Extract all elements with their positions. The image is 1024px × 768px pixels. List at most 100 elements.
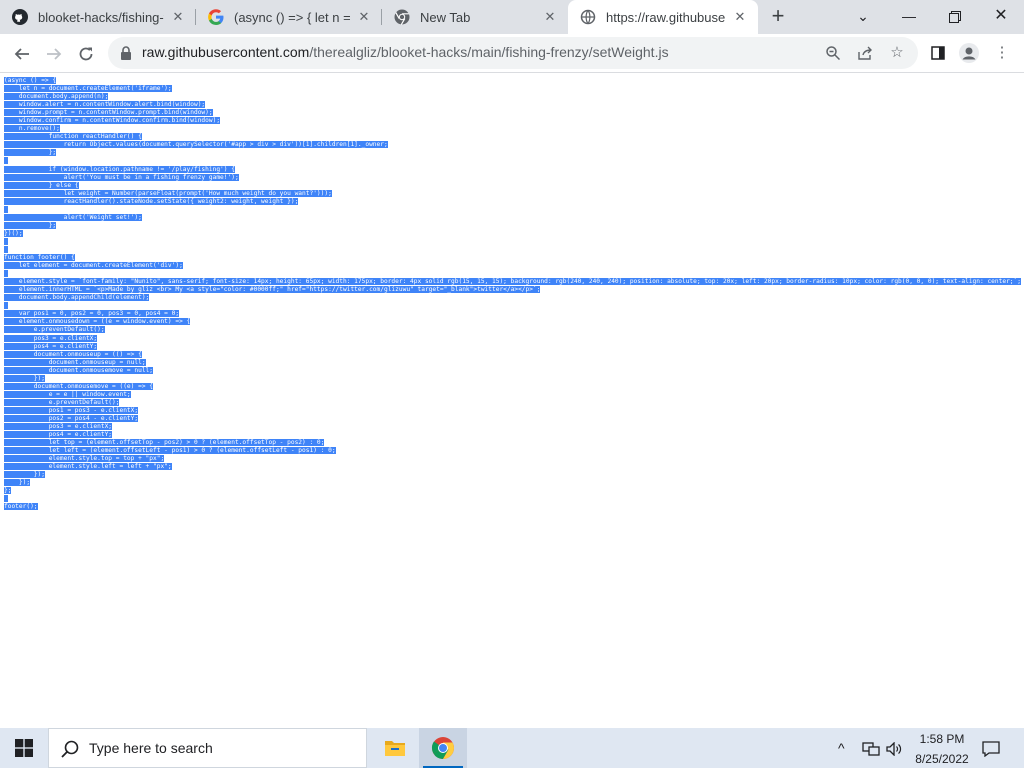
restore-icon[interactable] [932,0,978,32]
notification-icon[interactable] [982,728,1000,768]
code-line-text: e.preventDefault(); [4,398,120,406]
code-line: pos4 = e.clientY; [4,342,1021,351]
code-line-text: alert('You must be in a fishing frenzy g… [4,173,239,181]
code-line-text: pos3 = e.clientX; [4,423,113,431]
code-line-text: window.alert = n.contentWindow.alert.bin… [4,101,206,109]
code-line [4,245,1021,254]
tab-raw-github[interactable]: https://raw.githubusercontent.com ✕ [568,0,758,34]
bookmark-star-icon[interactable]: ☆ [885,41,909,65]
code-line-text: } else { [4,181,79,189]
chevron-up-icon[interactable]: ^ [838,728,845,768]
code-line: let n = document.createElement('iframe')… [4,85,1021,93]
network-icon[interactable] [862,728,880,768]
system-clock[interactable]: 1:58 PM 8/25/2022 [912,731,972,767]
code-line-text: element.style.left = left + "px"; [4,463,172,471]
code-line-text: return Object.values(document.querySelec… [4,141,388,149]
code-line-text [4,495,8,503]
code-line-text: function reactHandler() { [4,133,142,141]
code-line-text [4,157,8,165]
forward-icon[interactable] [40,39,68,67]
back-icon[interactable] [8,39,36,67]
code-line: pos3 = e.clientX; [4,334,1021,343]
tab-new-tab[interactable]: New Tab ✕ [382,0,568,34]
chrome-icon [431,737,454,759]
github-icon [12,9,28,25]
code-line-text: element.style.top = top + "px"; [4,455,165,463]
url-path: /therealgliz/blooket-hacks/main/fishing-… [309,44,669,60]
code-line: })(); [4,229,1021,238]
code-line: e.preventDefault(); [4,398,1021,407]
new-tab-button[interactable]: + [766,5,790,29]
code-line-text: }; [4,149,57,157]
code-line-text [4,205,8,213]
code-line-text: pos4 = e.clientY; [4,431,113,439]
code-line: let weight = Number(parseFloat(prompt('H… [4,189,1021,198]
tab-title: (async () => { let n = doc [234,9,350,25]
code-line: element.style = `font-family: "Nunito", … [4,278,1021,286]
reload-icon[interactable] [72,39,100,67]
code-line: if (window.location.pathname != '/play/f… [4,165,1021,174]
code-line-text: }; [4,487,12,495]
code-line: pos3 = e.clientX; [4,423,1021,431]
tab-search-icon[interactable]: ⌄ [840,0,886,32]
code-line-text: (async () => { [4,77,57,84]
tab-title: New Tab [420,9,471,25]
code-line: }); [4,374,1021,383]
code-line: e = e || window.event; [4,390,1021,399]
code-line: element.style.left = left + "px"; [4,463,1021,471]
code-line: }); [4,471,1021,479]
code-line: let left = (element.offsetLeft - pos1) >… [4,447,1021,455]
globe-icon [580,9,596,25]
url-text[interactable]: raw.githubusercontent.com/therealgliz/bl… [142,44,669,60]
chrome-taskbar-button[interactable] [419,728,467,768]
code-line: }; [4,149,1021,157]
tab-title: https://raw.githubusercontent.com [606,9,726,25]
code-line-text [4,245,8,253]
code-content[interactable]: (async () => { let n = document.createEl… [4,77,1021,512]
chrome-icon [394,9,410,25]
share-icon[interactable] [853,41,877,65]
code-line: pos4 = e.clientY; [4,431,1021,439]
code-line-text: }; [4,221,57,229]
code-line: window.prompt = n.contentWindow.prompt.b… [4,109,1021,117]
code-line: element.onmousedown = ((e = window.event… [4,318,1021,326]
side-panel-icon[interactable] [926,41,950,65]
volume-icon[interactable] [886,728,902,768]
profile-avatar-icon[interactable] [957,41,981,65]
tab-github[interactable]: blooket-hacks/fishing-frenzy ✕ [0,0,196,34]
file-explorer-button[interactable] [371,728,419,768]
tab-google[interactable]: (async () => { let n = doc ✕ [196,0,382,34]
code-line-text: function footer() { [4,254,75,262]
code-line-text: let weight = Number(parseFloat(prompt('H… [4,189,332,197]
code-line-text [4,270,8,278]
search-placeholder: Type here to search [89,740,213,756]
start-button[interactable] [0,728,48,768]
code-line-text [4,237,8,245]
close-window-icon[interactable]: ✕ [978,0,1024,32]
windows-logo-icon [15,739,33,757]
lock-icon[interactable] [120,46,132,60]
minimize-icon[interactable]: — [886,0,932,32]
code-line-text: reactHandler().stateNode.setState({ weig… [4,197,299,205]
close-icon[interactable]: ✕ [732,9,748,25]
code-line: let element = document.createElement('di… [4,262,1021,270]
code-line [4,302,1021,310]
taskbar-search[interactable]: Type here to search [48,728,367,768]
code-line: return Object.values(document.querySelec… [4,141,1021,149]
folder-icon [385,741,405,756]
code-line-text: var pos1 = 0, pos2 = 0, pos3 = 0, pos4 =… [4,310,180,318]
code-line [4,270,1021,278]
code-line-text: pos3 = e.clientX; [4,334,98,342]
zoom-icon[interactable] [821,41,845,65]
code-line-text: document.body.appendChild(element); [4,294,150,302]
code-line-text: e = e || window.event; [4,390,131,398]
code-line [4,157,1021,165]
close-icon[interactable]: ✕ [170,9,186,25]
code-line: n.remove(); [4,125,1021,133]
code-line [4,205,1021,214]
address-bar[interactable]: raw.githubusercontent.com/therealgliz/bl… [108,37,918,69]
close-icon[interactable]: ✕ [356,9,372,25]
code-line: element.innerHTML = `<p>Made by gliz <br… [4,286,1021,294]
menu-kebab-icon[interactable]: ⋮ [990,41,1014,65]
close-icon[interactable]: ✕ [542,9,558,25]
